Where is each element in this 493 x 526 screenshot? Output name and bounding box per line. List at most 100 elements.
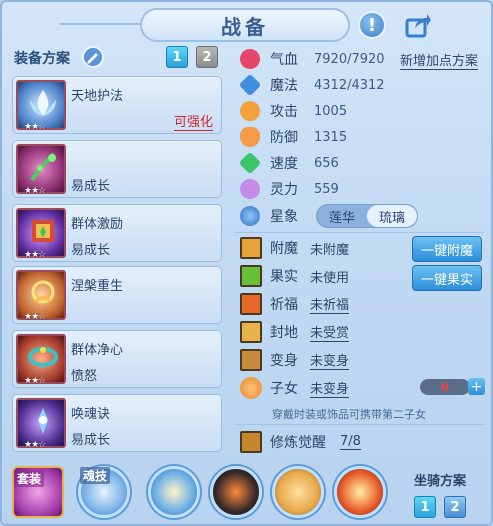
stat-label: 防御 xyxy=(270,130,298,146)
one-click-enchant-button[interactable]: 一键附魔 xyxy=(412,236,482,262)
attr-value: 未附魔 xyxy=(310,242,350,258)
star-rating: ★★☆ xyxy=(24,440,46,450)
upgradable-link[interactable]: 可强化 xyxy=(173,111,213,131)
stat-hp: 气血 7920/7920 xyxy=(240,48,385,70)
spirit-icon xyxy=(240,179,260,199)
xingxiang-label: 星象 xyxy=(270,209,298,225)
attr-blessing: 祈福 未祈福 xyxy=(240,292,350,316)
stat-value: 4312/4312 xyxy=(314,77,385,93)
soul-skill-label: 魂技 xyxy=(80,467,111,484)
card-sub: 易成长 xyxy=(71,433,111,448)
stat-value: 1315 xyxy=(314,129,348,145)
enchant-icon xyxy=(240,237,262,259)
stat-xingxiang: 星象 xyxy=(240,205,312,227)
outfit-label: 套装 xyxy=(14,470,45,487)
attr-enchant: 附魔 未附魔 xyxy=(240,236,349,260)
shield-icon xyxy=(240,127,260,147)
add-child-button[interactable]: + xyxy=(468,378,485,395)
attr-value[interactable]: 未变身 xyxy=(310,378,350,398)
equipment-card[interactable]: ★★☆ 天地护法 可强化 xyxy=(12,76,222,134)
ring-icon: ★★☆ xyxy=(16,334,66,386)
equipment-card[interactable]: ★★☆ 唤魂诀 易成长 xyxy=(12,394,222,452)
equipment-tab-2[interactable]: 2 xyxy=(196,46,218,68)
attr-label: 变身 xyxy=(270,353,298,369)
attr-label: 子女 xyxy=(270,381,298,397)
attr-label: 附魔 xyxy=(270,241,298,257)
share-icon[interactable] xyxy=(404,12,432,40)
card-sub: 易成长 xyxy=(71,243,111,258)
stat-defense: 防御 1315 xyxy=(240,126,347,148)
stat-label: 气血 xyxy=(270,52,298,68)
attr-value: 未使用 xyxy=(310,270,350,286)
vine-icon: ★★☆ xyxy=(16,144,66,196)
soul-icon: ★★☆ xyxy=(16,398,66,450)
attr-label: 封地 xyxy=(270,325,298,341)
banner-icon: ★★☆ xyxy=(16,208,66,260)
xingxiang-option-lianhua[interactable]: 莲华 xyxy=(317,205,367,227)
card-name: 唤魂诀 xyxy=(71,407,111,422)
star-rating: ★★☆ xyxy=(24,250,46,260)
equipment-tab-1[interactable]: 1 xyxy=(166,46,188,68)
divider xyxy=(234,232,484,233)
card-name: 群体净心 xyxy=(71,343,124,358)
card-name: 天地护法 xyxy=(71,89,124,104)
equipment-card[interactable]: ★★☆ 涅槃重生 xyxy=(12,266,222,324)
star-rating: ★★☆ xyxy=(24,376,46,386)
cultivation-icon xyxy=(240,431,262,453)
cultivation-label: 修炼觉醒 xyxy=(270,435,326,451)
skill-slot-1-icon[interactable] xyxy=(148,466,200,518)
child-icon xyxy=(240,377,262,399)
attr-children: 子女 未变身 xyxy=(240,376,350,400)
skill-slot-3-icon[interactable] xyxy=(272,466,324,518)
attr-label: 果实 xyxy=(270,269,298,285)
star-rating: ★★☆ xyxy=(24,186,46,196)
skill-slot-4-icon[interactable] xyxy=(334,466,386,518)
skill-slot-2-icon[interactable] xyxy=(210,466,262,518)
equipment-card[interactable]: ★★☆ 易成长 xyxy=(12,140,222,198)
mount-tab-1[interactable]: 1 xyxy=(414,496,436,518)
add-point-plan-link[interactable]: 新增加点方案 xyxy=(400,50,479,70)
card-sub: 愤怒 xyxy=(71,369,98,384)
equipment-card[interactable]: ★★☆ 群体激励 易成长 xyxy=(12,204,222,262)
equipment-card[interactable]: ★★☆ 群体净心 愤怒 xyxy=(12,330,222,388)
title-decoration-left xyxy=(60,23,140,25)
cultivation-value[interactable]: 7/8 xyxy=(340,434,361,450)
attr-fruit: 果实 未使用 xyxy=(240,264,349,288)
attack-icon xyxy=(240,101,260,121)
attr-value[interactable]: 未受赏 xyxy=(310,322,350,342)
children-count: 0 xyxy=(420,379,470,395)
card-sub: 易成长 xyxy=(71,179,111,194)
stat-value: 656 xyxy=(314,155,339,171)
attr-fief: 封地 未受赏 xyxy=(240,320,350,344)
stat-speed: 速度 656 xyxy=(238,151,339,175)
stat-spirit: 灵力 559 xyxy=(240,178,339,200)
window-title: 战备 xyxy=(140,8,350,42)
mana-icon xyxy=(238,73,262,97)
stat-value: 1005 xyxy=(314,103,348,119)
xingxiang-toggle[interactable]: 莲华 琉璃 xyxy=(316,204,418,228)
lotus-icon: ★★☆ xyxy=(16,80,66,132)
stat-attack: 攻击 1005 xyxy=(240,100,347,122)
blessing-icon xyxy=(240,293,262,315)
fruit-icon xyxy=(240,265,262,287)
xingxiang-option-liuli[interactable]: 琉璃 xyxy=(367,205,417,227)
star-sign-icon xyxy=(240,206,260,226)
stat-value: 7920/7920 xyxy=(314,51,385,67)
attr-label: 祈福 xyxy=(270,297,298,313)
stat-label: 攻击 xyxy=(270,104,298,120)
children-note: 穿戴时装或饰品可携带第二子女 xyxy=(272,408,426,421)
attr-value[interactable]: 未变身 xyxy=(310,350,350,370)
heart-icon xyxy=(240,49,260,69)
equipment-plan-label: 装备方案 xyxy=(14,51,70,67)
star-rating: ★★☆ xyxy=(24,312,46,322)
mount-tab-2[interactable]: 2 xyxy=(444,496,466,518)
mount-plan-label: 坐骑方案 xyxy=(414,474,467,489)
one-click-fruit-button[interactable]: 一键果实 xyxy=(412,265,482,291)
attr-value[interactable]: 未祈福 xyxy=(310,294,350,314)
edit-pencil-icon[interactable] xyxy=(82,46,104,68)
stat-label: 速度 xyxy=(270,156,298,172)
star-rating: ★★☆ xyxy=(24,122,46,132)
help-icon[interactable]: ! xyxy=(358,11,386,39)
stat-value: 559 xyxy=(314,181,339,197)
stat-label: 魔法 xyxy=(270,78,298,94)
